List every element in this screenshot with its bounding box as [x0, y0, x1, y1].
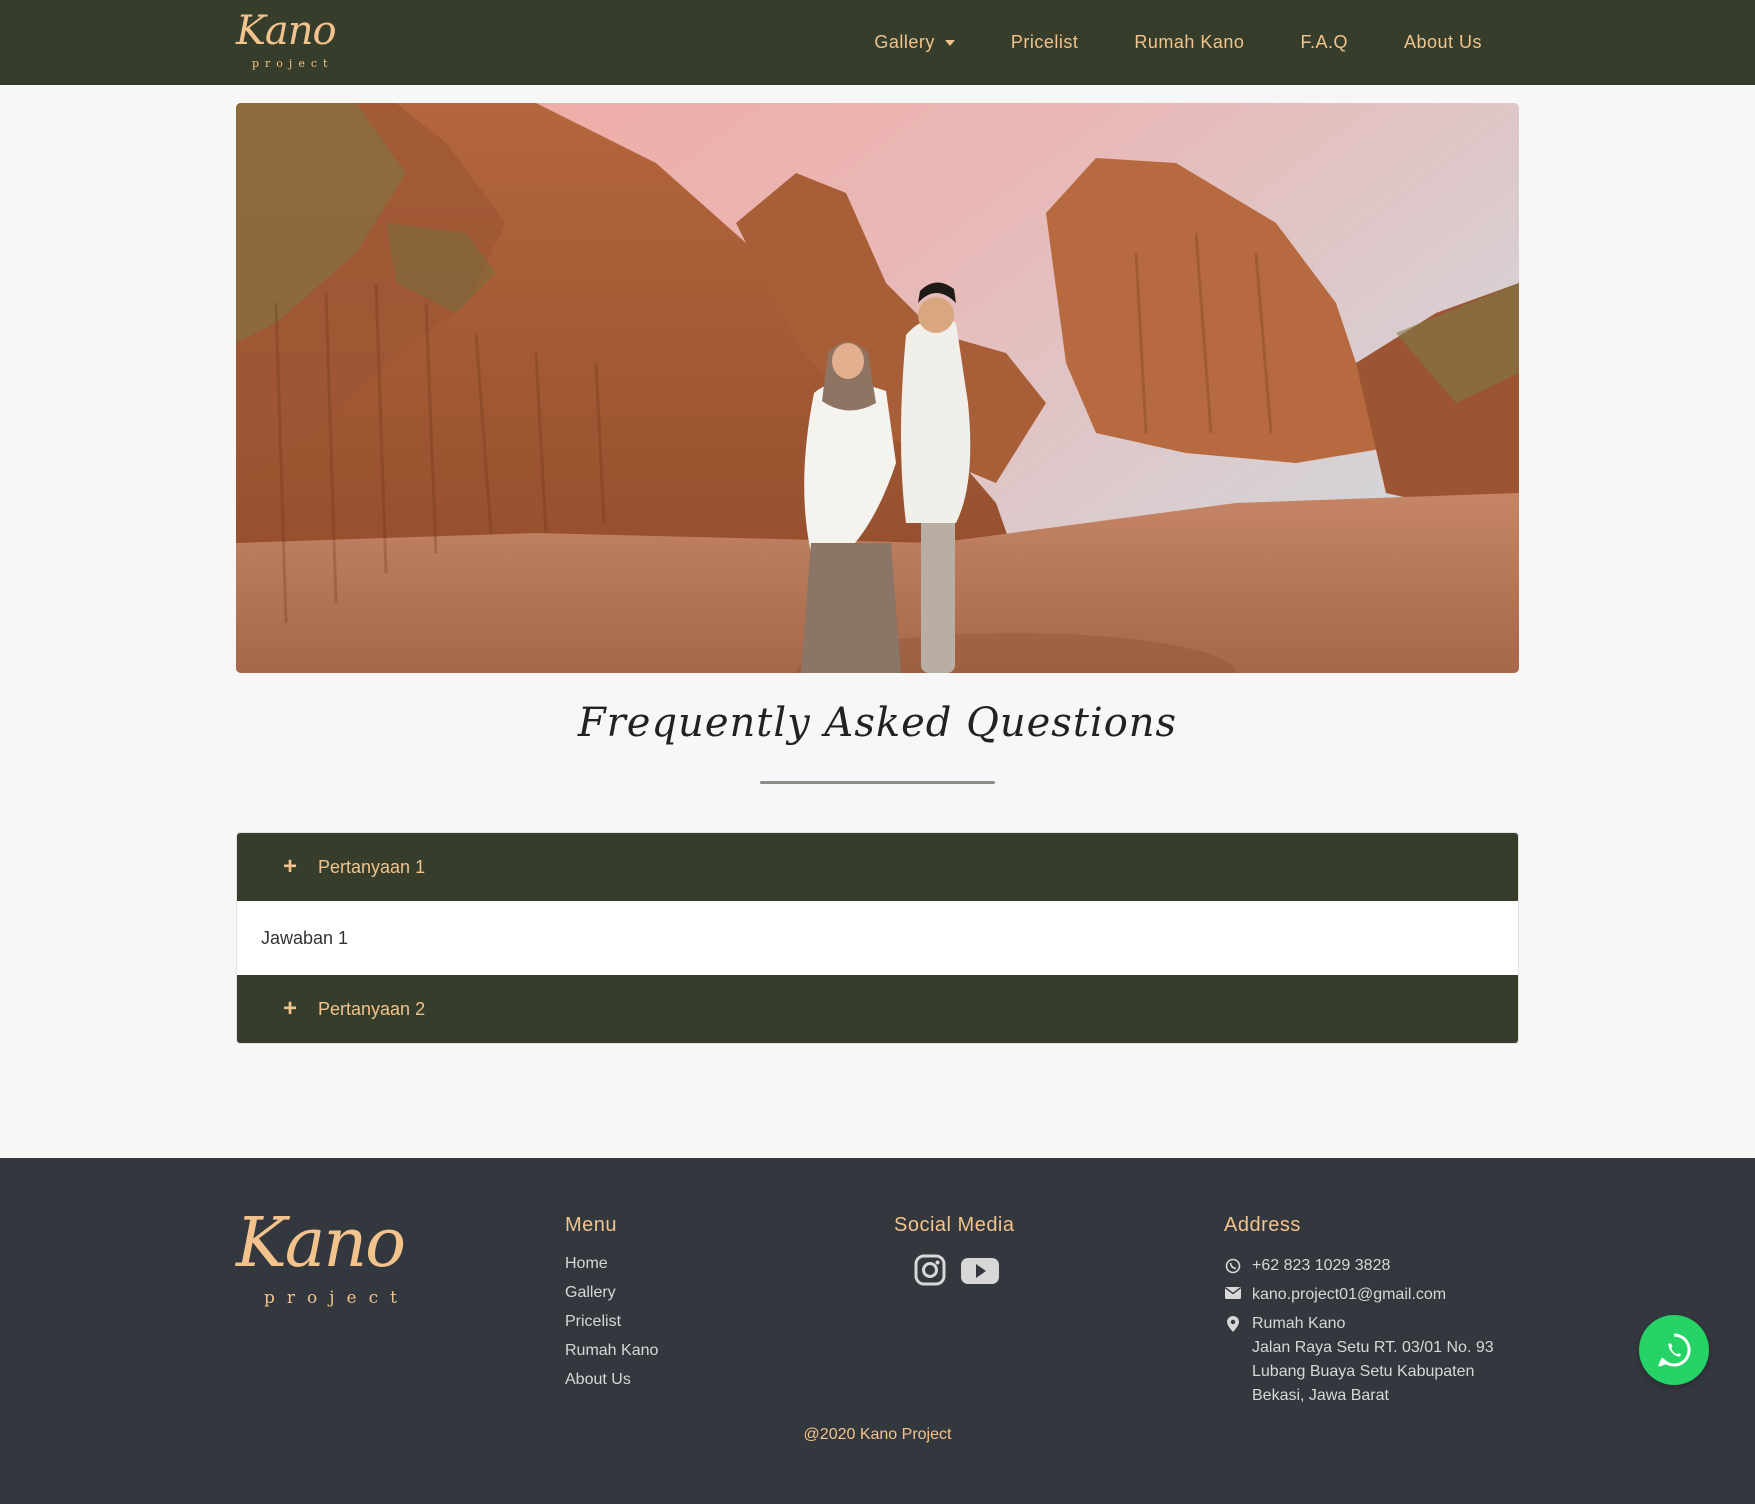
nav-item-gallery[interactable]: Gallery	[846, 32, 983, 53]
faq-accordion: + Pertanyaan 1 Jawaban 1 + Pertanyaan 2	[236, 832, 1519, 1044]
footer-link-gallery[interactable]: Gallery	[565, 1283, 658, 1312]
footer-address-title: Address	[1224, 1214, 1301, 1236]
plus-icon: +	[283, 853, 298, 880]
footer-link-home[interactable]: Home	[565, 1254, 658, 1283]
brand-logo-sub: project	[252, 57, 334, 70]
footer-menu-title: Menu	[565, 1214, 618, 1236]
whatsapp-chat-button[interactable]	[1639, 1315, 1709, 1385]
footer-email[interactable]: kano.project01@gmail.com	[1224, 1283, 1524, 1307]
instagram-icon[interactable]	[912, 1252, 948, 1288]
footer-menu: Home Gallery Pricelist Rumah Kano About …	[565, 1254, 658, 1399]
whatsapp-icon	[1224, 1254, 1242, 1274]
footer-link-about-us[interactable]: About Us	[565, 1370, 658, 1399]
plus-icon: +	[283, 995, 298, 1022]
nav-item-gallery-label: Gallery	[874, 32, 935, 52]
nav-item-faq[interactable]: F.A.Q	[1272, 32, 1376, 53]
footer-email-text: kano.project01@gmail.com	[1252, 1286, 1447, 1303]
footer-link-rumah-kano[interactable]: Rumah Kano	[565, 1341, 658, 1370]
nav-item-pricelist[interactable]: Pricelist	[983, 32, 1107, 53]
faq-question-2-label: Pertanyaan 2	[318, 998, 426, 1019]
faq-answer-1: Jawaban 1	[237, 901, 1518, 975]
footer-address-line: Rumah Kano	[1252, 1315, 1346, 1332]
faq-question-1[interactable]: + Pertanyaan 1	[237, 833, 1518, 901]
footer-address-line: Lubang Buaya Setu Kabupaten	[1252, 1363, 1475, 1380]
page-title: Frequently Asked Questions	[577, 700, 1178, 746]
youtube-icon[interactable]	[960, 1252, 1000, 1288]
footer: Kano project Menu Home Gallery Pricelist…	[0, 1158, 1755, 1504]
faq-question-1-label: Pertanyaan 1	[318, 856, 426, 877]
footer-contact: +62 823 1029 3828 kano.project01@gmail.c…	[1224, 1254, 1524, 1413]
footer-link-pricelist[interactable]: Pricelist	[565, 1312, 658, 1341]
footer-social-title: Social Media	[894, 1214, 1015, 1236]
copyright: @2020 Kano Project	[803, 1426, 952, 1443]
whatsapp-icon	[1658, 1333, 1691, 1367]
footer-address: Rumah Kano Jalan Raya Setu RT. 03/01 No.…	[1224, 1312, 1524, 1408]
footer-logo-sub: project	[264, 1288, 409, 1308]
footer-address-line: Bekasi, Jawa Barat	[1252, 1387, 1389, 1404]
nav-item-rumah-kano[interactable]: Rumah Kano	[1106, 32, 1272, 53]
faq-question-2[interactable]: + Pertanyaan 2	[237, 975, 1518, 1043]
footer-logo: Kano project	[236, 1204, 456, 1310]
envelope-icon	[1224, 1283, 1242, 1299]
social-links	[912, 1252, 1000, 1288]
chevron-down-icon	[944, 39, 955, 46]
footer-phone[interactable]: +62 823 1029 3828	[1224, 1254, 1524, 1278]
footer-address-lines: Rumah Kano Jalan Raya Setu RT. 03/01 No.…	[1252, 1312, 1494, 1408]
footer-phone-text: +62 823 1029 3828	[1252, 1257, 1391, 1274]
footer-logo-script: Kano	[236, 1204, 406, 1283]
title-divider	[760, 781, 995, 784]
hero-image	[236, 103, 1519, 673]
footer-address-line: Jalan Raya Setu RT. 03/01 No. 93	[1252, 1339, 1494, 1356]
map-pin-icon	[1224, 1312, 1242, 1332]
brand-logo[interactable]: Kano project	[236, 8, 356, 72]
navbar: Kano project Gallery Pricelist Rumah Kan…	[0, 0, 1755, 85]
nav-menu: Gallery Pricelist Rumah Kano F.A.Q About…	[846, 0, 1510, 85]
nav-item-about-us[interactable]: About Us	[1376, 32, 1510, 53]
brand-logo-script: Kano	[236, 8, 337, 54]
